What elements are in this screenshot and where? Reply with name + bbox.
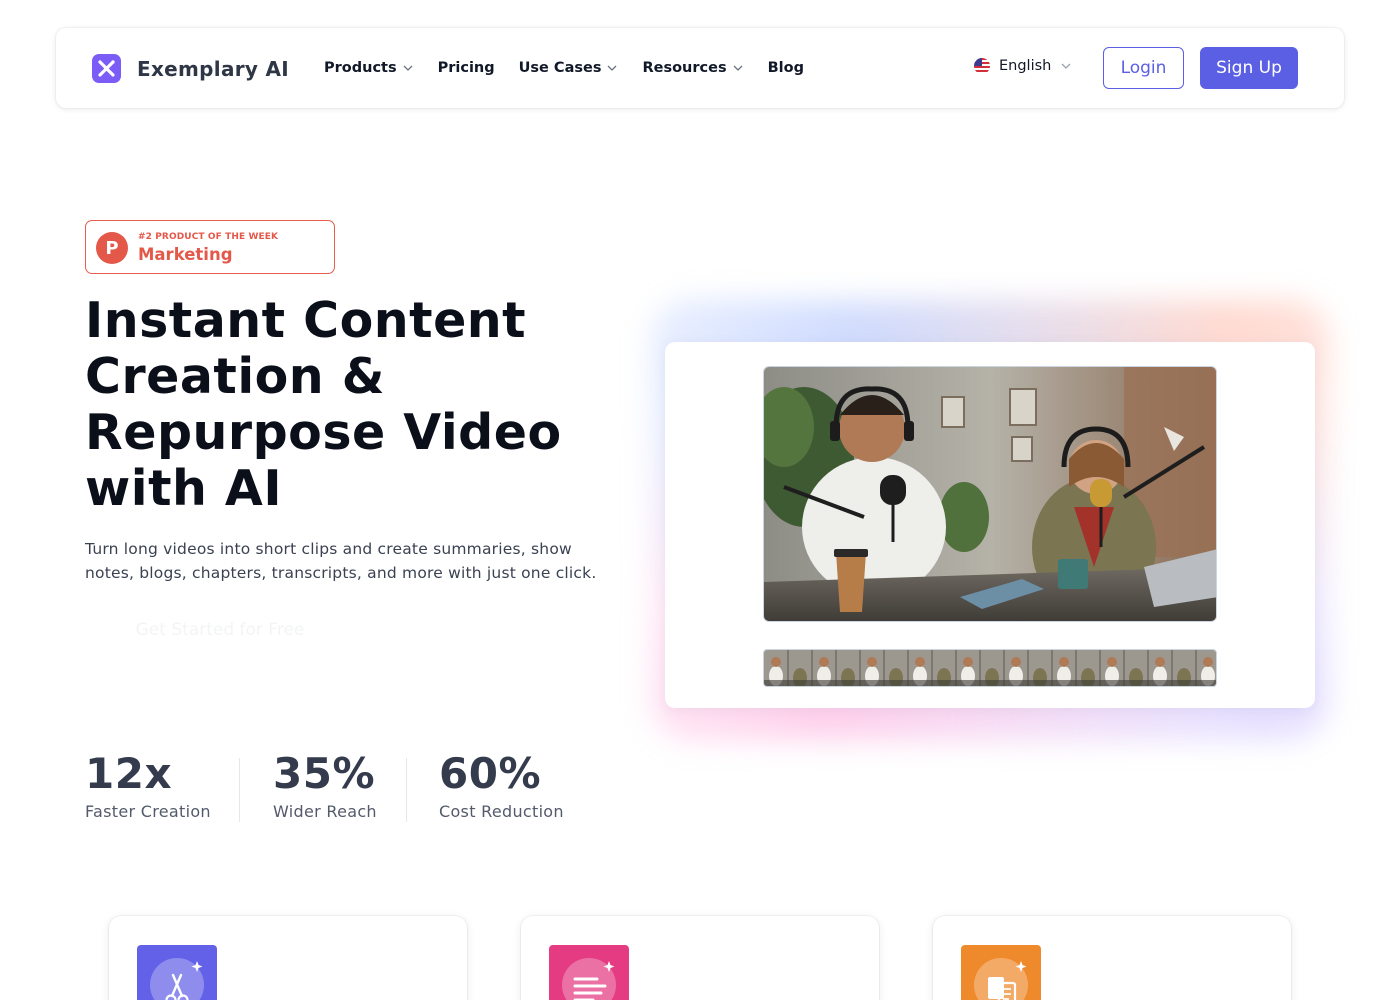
nav-item-label: Use Cases [518, 60, 602, 76]
top-navbar: Exemplary AI Products Pricing Use Cases … [56, 28, 1344, 108]
get-started-button[interactable]: Get Started for Free [85, 606, 355, 654]
chevron-down-icon [607, 65, 617, 71]
stat-label: Cost Reduction [439, 802, 564, 821]
nav-item-products[interactable]: Products [324, 58, 414, 78]
main-nav: Products Pricing Use Cases Resources Blo… [324, 58, 828, 78]
chevron-down-icon [403, 65, 413, 71]
stat-faster-creation: 12x Faster Creation [85, 748, 211, 821]
podcast-scene-image [764, 367, 1216, 621]
stat-label: Wider Reach [273, 802, 377, 821]
badge-eyebrow: #2 PRODUCT OF THE WEEK [138, 232, 279, 242]
nav-item-use-cases[interactable]: Use Cases [519, 58, 619, 78]
stat-value: 12x [85, 749, 173, 798]
stat-value: 60% [439, 749, 542, 798]
product-hunt-badge[interactable]: P #2 PRODUCT OF THE WEEK Marketing [85, 220, 335, 274]
document-sparkle-icon [961, 945, 1041, 1000]
nav-item-label: Resources [642, 60, 727, 76]
video-filmstrip-timeline[interactable] [763, 649, 1217, 687]
language-selector[interactable]: English [974, 58, 1072, 74]
feature-card-documents[interactable] [933, 916, 1291, 1000]
stat-value: 35% [273, 749, 376, 798]
nav-item-blog[interactable]: Blog [768, 58, 804, 78]
brand-name: Exemplary AI [137, 56, 290, 81]
nav-item-label: Products [324, 60, 397, 76]
feature-card-clips[interactable] [109, 916, 467, 1000]
text-lines-sparkle-icon [549, 945, 629, 1000]
nav-item-pricing[interactable]: Pricing [438, 58, 495, 78]
stat-label: Faster Creation [85, 802, 211, 821]
stat-wider-reach: 35% Wider Reach [273, 748, 377, 821]
nav-item-label: Blog [767, 60, 804, 76]
nav-item-label: Pricing [437, 60, 495, 76]
language-label: English [999, 58, 1052, 74]
podcast-video-thumbnail[interactable] [763, 366, 1217, 622]
stat-cost-reduction: 60% Cost Reduction [439, 748, 564, 821]
badge-category: Marketing [138, 245, 233, 264]
signup-button[interactable]: Sign Up [1200, 47, 1298, 89]
filmstrip-frames-image [764, 650, 1216, 686]
hero-title: Instant Content Creation & Repurpose Vid… [85, 292, 562, 517]
stat-divider [406, 758, 407, 822]
brand-logo-icon [92, 54, 121, 83]
brand-logo-link[interactable]: Exemplary AI [92, 54, 289, 83]
us-flag-icon [974, 58, 990, 74]
feature-card-summaries[interactable] [521, 916, 879, 1000]
hero-subtitle: Turn long videos into short clips and cr… [85, 540, 597, 582]
product-hunt-logo-icon: P [96, 232, 128, 264]
scissors-sparkle-icon [137, 945, 217, 1000]
stat-divider [239, 758, 240, 822]
login-button[interactable]: Login [1103, 47, 1184, 89]
chevron-down-icon [733, 65, 743, 71]
chevron-down-icon [1061, 63, 1071, 69]
nav-item-resources[interactable]: Resources [642, 58, 743, 78]
video-preview-card [665, 342, 1315, 708]
